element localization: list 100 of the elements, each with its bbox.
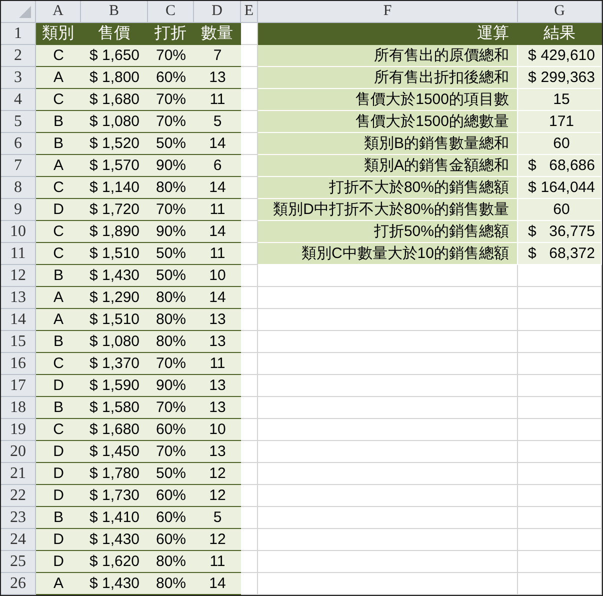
table-cell: D (36, 551, 81, 573)
currency-symbol: $ (528, 157, 536, 174)
table-cell: $ 1,430 (81, 529, 148, 551)
table-cell: 11 (194, 243, 241, 265)
amount-text: 429,610 (540, 47, 595, 64)
currency-symbol: $ (528, 47, 536, 64)
table-cell: $ 1,290 (81, 287, 148, 309)
table-cell: 60% (148, 529, 194, 551)
row-header[interactable]: 26 (1, 573, 36, 595)
row-header[interactable]: 11 (1, 243, 36, 265)
table-cell: 80% (148, 573, 194, 595)
column-heading: 運算 (258, 23, 518, 45)
result-cell: 60 (518, 133, 602, 155)
row-header[interactable]: 23 (1, 507, 36, 529)
row-header[interactable]: 4 (1, 89, 36, 111)
table-cell: 7 (194, 45, 241, 67)
table-cell: 13 (194, 331, 241, 353)
operation-cell: 所有售出的原價總和 (258, 45, 518, 67)
operation-cell: 類別A的銷售金額總和 (258, 155, 518, 177)
row-header[interactable]: 21 (1, 463, 36, 485)
table-cell: $ 1,730 (81, 485, 148, 507)
row-header[interactable]: 25 (1, 551, 36, 573)
row-header[interactable]: 20 (1, 441, 36, 463)
table-cell: 60% (148, 485, 194, 507)
row-header[interactable]: 13 (1, 287, 36, 309)
table-cell: $ 1,580 (81, 397, 148, 419)
table-cell: 11 (194, 199, 241, 221)
row-header[interactable]: 3 (1, 67, 36, 89)
table-cell: $ 1,680 (81, 419, 148, 441)
currency-symbol: $ (528, 69, 536, 86)
row-header[interactable]: 2 (1, 45, 36, 67)
row-header[interactable]: 22 (1, 485, 36, 507)
table-cell: 12 (194, 485, 241, 507)
row-header[interactable]: 19 (1, 419, 36, 441)
table-cell: 70% (148, 441, 194, 463)
table-cell: 11 (194, 551, 241, 573)
row-header[interactable]: 9 (1, 199, 36, 221)
column-heading: 打折 (148, 23, 194, 45)
table-cell: C (36, 221, 81, 243)
column-header[interactable]: F (258, 1, 518, 23)
table-cell: 13 (194, 397, 241, 419)
column-header[interactable]: A (36, 1, 81, 23)
row-header[interactable]: 14 (1, 309, 36, 331)
table-cell: $ 1,410 (81, 507, 148, 529)
table-cell: 80% (148, 551, 194, 573)
operation-cell: 售價大於1500的總數量 (258, 111, 518, 133)
table-cell: $ 1,520 (81, 133, 148, 155)
row-header[interactable]: 18 (1, 397, 36, 419)
table-cell: 14 (194, 177, 241, 199)
row-header[interactable]: 5 (1, 111, 36, 133)
table-cell: 70% (148, 199, 194, 221)
table-cell: 90% (148, 155, 194, 177)
table-cell: B (36, 507, 81, 529)
table-cell: B (36, 133, 81, 155)
table-cell: 14 (194, 133, 241, 155)
column-heading: 結果 (518, 23, 602, 45)
column-header[interactable]: E (241, 1, 258, 23)
table-cell: 60% (148, 419, 194, 441)
row-header[interactable]: 8 (1, 177, 36, 199)
table-cell: 13 (194, 375, 241, 397)
table-cell: 11 (194, 353, 241, 375)
table-cell: 11 (194, 89, 241, 111)
row-header[interactable]: 6 (1, 133, 36, 155)
table-cell: 70% (148, 45, 194, 67)
table-cell: D (36, 441, 81, 463)
table-cell: 80% (148, 331, 194, 353)
currency-symbol: $ (528, 245, 536, 262)
amount-text: 68,686 (549, 157, 595, 174)
row-header[interactable]: 12 (1, 265, 36, 287)
operation-cell: 類別D中打折不大於80%的銷售數量 (258, 199, 518, 221)
table-cell: 14 (194, 221, 241, 243)
table-cell: 13 (194, 309, 241, 331)
row-header[interactable]: 16 (1, 353, 36, 375)
column-header[interactable]: C (148, 1, 194, 23)
table-cell: 13 (194, 441, 241, 463)
row-header[interactable]: 17 (1, 375, 36, 397)
table-cell: $ 1,080 (81, 331, 148, 353)
table-cell: C (36, 353, 81, 375)
column-header[interactable]: G (518, 1, 602, 23)
table-cell: $ 1,720 (81, 199, 148, 221)
table-cell: 14 (194, 287, 241, 309)
result-cell: 60 (518, 199, 602, 221)
row-header[interactable]: 1 (1, 23, 36, 45)
table-cell: $ 1,620 (81, 551, 148, 573)
table-cell: B (36, 397, 81, 419)
row-header[interactable]: 15 (1, 331, 36, 353)
row-header[interactable]: 7 (1, 155, 36, 177)
table-cell: 80% (148, 177, 194, 199)
select-all-icon[interactable] (19, 6, 31, 18)
table-cell: 90% (148, 375, 194, 397)
row-header[interactable]: 24 (1, 529, 36, 551)
table-cell: C (36, 419, 81, 441)
table-cell: 14 (194, 573, 241, 595)
table-cell: 60% (148, 507, 194, 529)
column-heading: 類別 (36, 23, 81, 45)
table-cell: $ 1,450 (81, 441, 148, 463)
column-header[interactable]: B (81, 1, 148, 23)
table-cell: $ 1,590 (81, 375, 148, 397)
operation-cell: 類別C中數量大於10的銷售總額 (258, 243, 518, 265)
row-header[interactable]: 10 (1, 221, 36, 243)
